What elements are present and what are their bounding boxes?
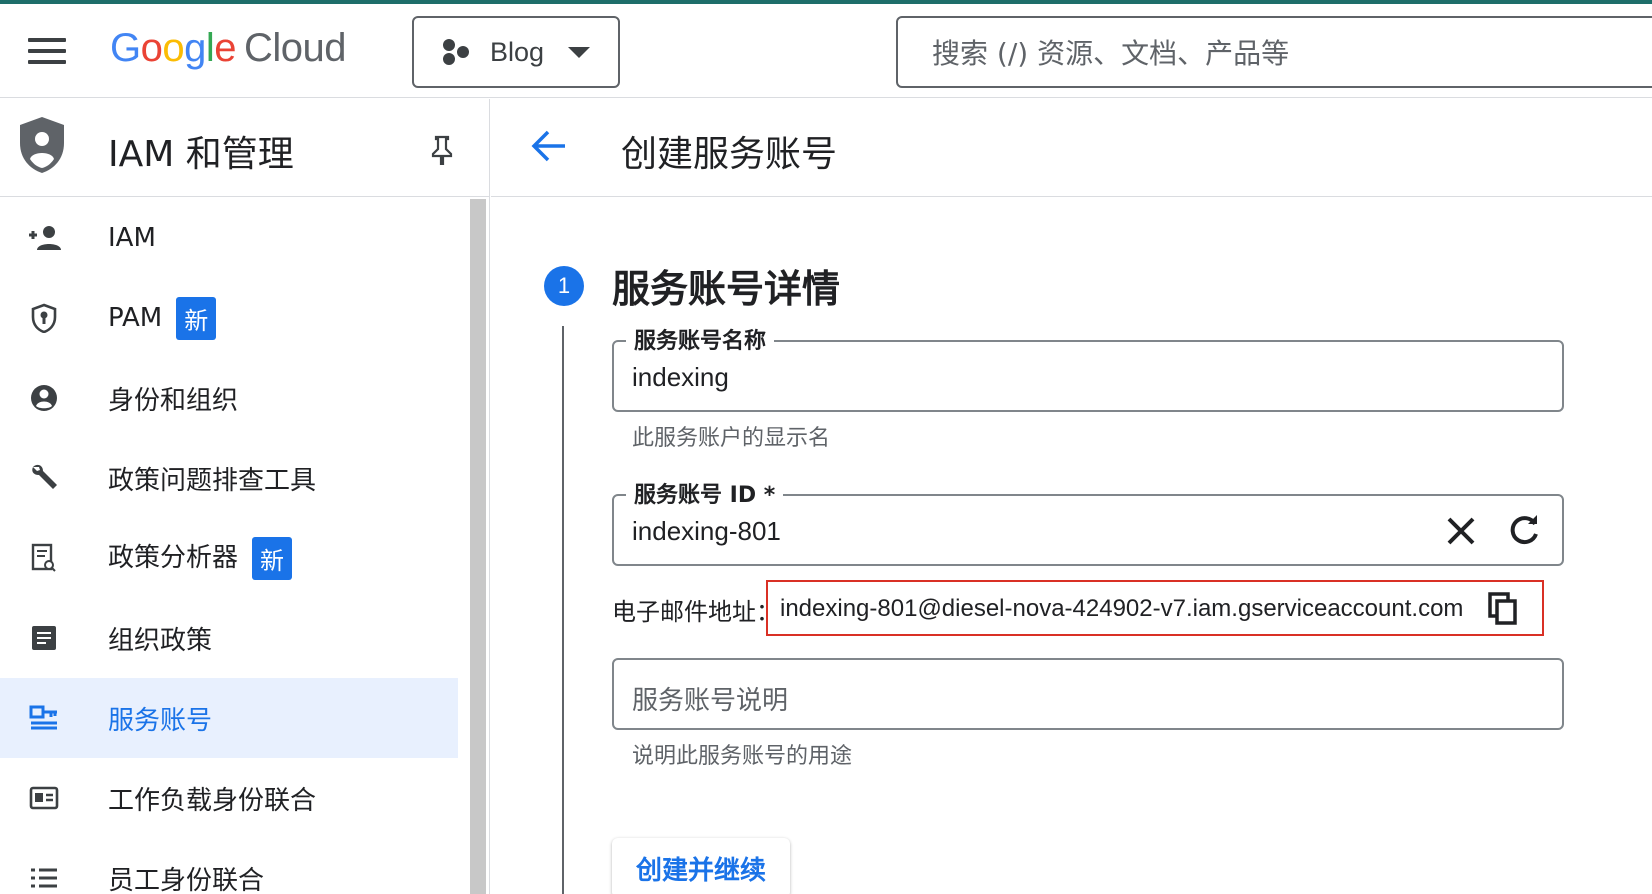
sidebar-item-label: 组织政策 <box>108 625 213 656</box>
account-circle-icon <box>26 384 62 412</box>
sidebar-item-identity-org[interactable]: 身份和组织 <box>0 358 458 438</box>
search-input[interactable]: 搜索 (/) 资源、文档、产品等 <box>896 16 1652 88</box>
service-account-id-field[interactable]: 服务账号 ID * indexing-801 <box>612 477 1564 566</box>
field-value[interactable]: indexing-801 <box>632 516 781 547</box>
sidebar-item-policy-analyzer[interactable]: 政策分析器新 <box>0 518 458 598</box>
name-field-hint: 此服务账户的显示名 <box>632 426 831 451</box>
project-icon <box>443 39 469 65</box>
document-search-icon <box>26 543 62 572</box>
id-card-icon <box>26 784 62 812</box>
menu-icon[interactable] <box>28 38 66 64</box>
list-icon <box>26 864 62 892</box>
sidebar-item-label: 政策问题排查工具 <box>108 465 317 496</box>
pin-icon[interactable] <box>430 135 454 165</box>
sidebar-item-label: 政策分析器新 <box>108 536 293 580</box>
service-account-icon <box>26 704 62 732</box>
step-title: 服务账号详情 <box>612 267 841 311</box>
email-label: 电子邮件地址： <box>612 598 780 626</box>
sidebar-item-org-policies[interactable]: 组织政策 <box>0 598 458 678</box>
sidebar-item-pam[interactable]: PAM 新 <box>0 278 458 358</box>
sidebar-item-service-accounts[interactable]: 服务账号 <box>0 678 458 758</box>
sidebar-item-label: 身份和组织 <box>108 385 239 416</box>
google-cloud-logo[interactable]: Google Cloud <box>110 26 347 71</box>
field-value[interactable]: indexing <box>632 362 729 393</box>
sidebar-header: IAM 和管理 <box>0 99 490 197</box>
new-badge: 新 <box>252 536 293 580</box>
sidebar-item-iam[interactable]: IAM <box>0 198 458 278</box>
sidebar-item-label: 员工身份联合 <box>108 865 265 894</box>
field-label: 服务账号 ID * <box>626 477 784 509</box>
step-connector-line <box>562 326 564 894</box>
service-account-name-field[interactable]: 服务账号名称 indexing <box>612 323 1564 412</box>
sidebar-item-label: 服务账号 <box>108 705 213 736</box>
back-arrow-icon[interactable] <box>531 129 567 163</box>
close-icon[interactable] <box>1444 514 1478 548</box>
sidebar: IAM 和管理 IAM PAM 新 身份和组织 政策问题排查工具 政策分析器 新… <box>0 99 490 894</box>
project-name: Blog <box>490 36 545 67</box>
logo-cloud: Cloud <box>244 26 347 70</box>
description-field-hint: 说明此服务账号的用途 <box>632 744 853 769</box>
chevron-down-icon <box>568 46 591 58</box>
new-badge: 新 <box>176 296 217 340</box>
create-and-continue-button[interactable]: 创建并继续 <box>612 838 790 894</box>
sidebar-scrollbar[interactable] <box>470 199 486 894</box>
email-value: indexing-801@diesel-nova-424902-v7.iam.g… <box>780 595 1464 622</box>
page-title: 创建服务账号 <box>621 134 838 175</box>
top-header: Google Cloud Blog 搜索 (/) 资源、文档、产品等 <box>0 4 1652 98</box>
email-address-box: indexing-801@diesel-nova-424902-v7.iam.g… <box>766 580 1544 636</box>
sidebar-item-label: PAM 新 <box>108 296 217 340</box>
sidebar-nav: IAM PAM 新 身份和组织 政策问题排查工具 政策分析器新 组织政策 服务账… <box>0 198 458 894</box>
refresh-icon[interactable] <box>1506 512 1542 548</box>
wrench-icon <box>26 464 62 492</box>
page-header: 创建服务账号 <box>491 99 1652 197</box>
sidebar-item-policy-troubleshooter[interactable]: 政策问题排查工具 <box>0 438 458 518</box>
step-number-badge: 1 <box>544 266 584 306</box>
project-selector-button[interactable]: Blog <box>412 16 620 88</box>
sidebar-item-workload-identity[interactable]: 工作负载身份联合 <box>0 758 458 838</box>
search-placeholder: 搜索 (/) 资源、文档、产品等 <box>932 37 1290 70</box>
sidebar-title: IAM 和管理 <box>108 134 294 175</box>
service-account-description-field[interactable]: 服务账号说明 <box>612 658 1564 730</box>
shield-lock-icon <box>26 303 62 333</box>
copy-icon[interactable] <box>1488 592 1518 626</box>
sidebar-item-workforce-identity[interactable]: 员工身份联合 <box>0 838 458 894</box>
logo-google: Google <box>110 26 237 70</box>
sidebar-item-label: 工作负载身份联合 <box>108 785 317 816</box>
sidebar-item-label: IAM <box>108 223 156 253</box>
list-alt-icon <box>26 624 62 652</box>
shield-icon <box>20 117 64 173</box>
field-placeholder: 服务账号说明 <box>632 686 789 716</box>
field-label: 服务账号名称 <box>626 323 775 355</box>
person-add-icon <box>26 224 62 252</box>
